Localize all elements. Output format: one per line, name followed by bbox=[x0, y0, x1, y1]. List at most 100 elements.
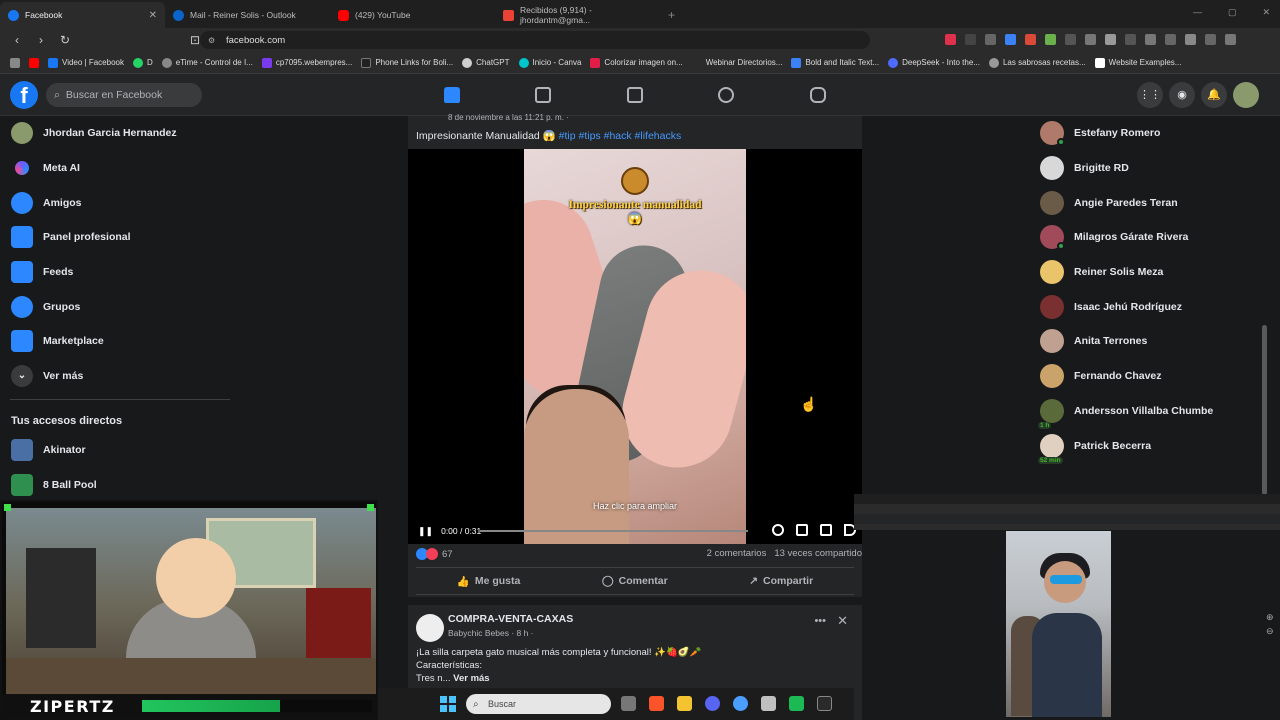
extension-icon[interactable] bbox=[1005, 34, 1016, 45]
more-options-icon[interactable]: ••• bbox=[814, 615, 826, 627]
bookmark[interactable]: Colorizar imagen on... bbox=[590, 57, 683, 68]
extension-icon[interactable] bbox=[945, 34, 956, 45]
extension-icon[interactable] bbox=[1045, 34, 1056, 45]
notifications-icon[interactable]: 🔔 bbox=[1201, 82, 1227, 108]
messenger-icon[interactable]: ◉ bbox=[1169, 82, 1195, 108]
bookmark[interactable]: Phone Links for Boli... bbox=[361, 57, 453, 68]
groups-icon[interactable] bbox=[718, 87, 734, 103]
sidebar-item-professional-dashboard[interactable]: Panel profesional bbox=[0, 220, 240, 255]
video-frame[interactable]: Impresionante manualidad 😱 Haz clic para … bbox=[524, 149, 746, 544]
app-icon[interactable] bbox=[733, 696, 748, 711]
contact-item[interactable]: Milagros Gárate Rivera bbox=[1030, 220, 1275, 255]
contact-item[interactable]: Anita Terrones bbox=[1030, 324, 1275, 359]
share-button[interactable]: ↗ Compartir bbox=[749, 575, 813, 587]
shortcut-akinator[interactable]: Akinator bbox=[0, 433, 240, 468]
menu-grid-icon[interactable]: ⋮⋮ bbox=[1137, 82, 1163, 108]
close-icon[interactable]: ✕ bbox=[837, 613, 848, 629]
comment-button[interactable]: ◯ Comentar bbox=[602, 575, 668, 587]
music-icon[interactable] bbox=[1125, 34, 1136, 45]
bookmark[interactable]: D bbox=[132, 57, 153, 68]
extension-icon[interactable] bbox=[965, 34, 976, 45]
post-hashtags[interactable]: #tip #tips #hack #lifehacks bbox=[559, 130, 682, 142]
picture-in-picture-icon[interactable] bbox=[820, 524, 832, 536]
facebook-search-input[interactable]: ⌕ Buscar en Facebook bbox=[46, 83, 202, 107]
sidebar-item-groups[interactable]: Grupos bbox=[0, 289, 240, 324]
contact-item[interactable]: Angie Paredes Teran bbox=[1030, 185, 1275, 220]
shortcut-8-ball-pool[interactable]: 8 Ball Pool bbox=[0, 467, 240, 502]
marketplace-icon[interactable] bbox=[627, 87, 643, 103]
sidebar-item-marketplace[interactable]: Marketplace bbox=[0, 324, 240, 359]
fullscreen-icon[interactable] bbox=[796, 524, 808, 536]
video-progress-bar[interactable] bbox=[480, 530, 748, 532]
sidebar-item-meta-ai[interactable]: Meta AI bbox=[0, 151, 240, 186]
contact-item[interactable]: Fernando Chavez bbox=[1030, 359, 1275, 394]
contact-item[interactable]: Estefany Romero bbox=[1030, 116, 1275, 151]
video-player[interactable]: Impresionante manualidad 😱 Haz clic para … bbox=[408, 149, 862, 544]
site-info-icon[interactable]: ⚙ bbox=[208, 36, 215, 45]
extension-icon[interactable] bbox=[985, 34, 996, 45]
bookmark[interactable]: eTime - Control de I... bbox=[161, 57, 253, 68]
bookmark[interactable]: Las sabrosas recetas... bbox=[988, 57, 1086, 68]
contact-item[interactable]: 52 min Patrick Becerra bbox=[1030, 428, 1275, 464]
wallet-icon[interactable] bbox=[1165, 34, 1176, 45]
taskbar-search[interactable]: ⌕ Buscar bbox=[466, 694, 611, 714]
sidebar-item-friends[interactable]: Amigos bbox=[0, 185, 240, 220]
bookmark[interactable]: DeepSeek - Into the... bbox=[888, 57, 980, 68]
contact-item[interactable]: Brigitte RD bbox=[1030, 151, 1275, 186]
sidebar-item-profile[interactable]: Jhordan Garcia Hernandez bbox=[0, 116, 240, 151]
home-icon[interactable] bbox=[444, 87, 460, 103]
share-count[interactable]: 13 veces compartido bbox=[774, 548, 862, 559]
minimize-icon[interactable]: — bbox=[1193, 7, 1202, 18]
zoom-in-icon[interactable]: ⊕ bbox=[1266, 612, 1274, 623]
discord-icon[interactable] bbox=[705, 696, 720, 711]
facebook-logo-icon[interactable]: f bbox=[10, 81, 38, 109]
bookmark[interactable]: Inicio - Canva bbox=[518, 57, 581, 68]
zoom-out-icon[interactable]: ⊖ bbox=[1266, 626, 1274, 637]
scrollbar[interactable] bbox=[1262, 325, 1267, 495]
steam-icon[interactable] bbox=[817, 696, 832, 711]
settings-icon[interactable] bbox=[772, 524, 784, 536]
windows-start-icon[interactable] bbox=[440, 696, 456, 712]
contact-item[interactable]: 1 h Andersson Villalba Chumbe bbox=[1030, 394, 1275, 429]
bookmark[interactable]: Bold and Italic Text... bbox=[791, 57, 879, 68]
page-avatar[interactable] bbox=[416, 614, 444, 642]
sidebar-item-see-more[interactable]: ⌄ Ver más bbox=[0, 359, 240, 394]
tab-outlook[interactable]: Mail - Reiner Solis - Outlook bbox=[165, 2, 330, 28]
url-field[interactable]: ⚙ facebook.com bbox=[200, 31, 870, 49]
tab-facebook[interactable]: Facebook ✕ bbox=[0, 2, 165, 28]
file-explorer-icon[interactable] bbox=[677, 696, 692, 711]
ai-icon[interactable] bbox=[1185, 34, 1196, 45]
slack-icon[interactable] bbox=[761, 696, 776, 711]
bookmark[interactable]: Webinar Directorios... bbox=[691, 57, 782, 68]
contact-item[interactable]: Reiner Solis Meza bbox=[1030, 255, 1275, 290]
bookmark[interactable]: Website Examples... bbox=[1094, 57, 1181, 68]
menu-icon[interactable] bbox=[1225, 34, 1236, 45]
extension-icon[interactable] bbox=[1085, 34, 1096, 45]
see-more-link[interactable]: Ver más bbox=[453, 673, 489, 684]
task-view-icon[interactable] bbox=[621, 696, 636, 711]
comment-count[interactable]: 2 comentarios bbox=[707, 548, 767, 559]
sidebar-icon[interactable] bbox=[1145, 34, 1156, 45]
apps-grid-icon[interactable] bbox=[10, 57, 20, 68]
bookmark[interactable]: ChatGPT bbox=[462, 57, 510, 68]
sidebar-item-feeds[interactable]: Feeds bbox=[0, 255, 240, 290]
gaming-icon[interactable] bbox=[810, 87, 826, 103]
app-icon[interactable] bbox=[789, 696, 804, 711]
post-author[interactable]: COMPRA-VENTA-CAXAS bbox=[448, 613, 573, 625]
pause-icon[interactable]: ❚❚ bbox=[418, 526, 433, 537]
extension-icon[interactable] bbox=[1065, 34, 1076, 45]
tab-youtube[interactable]: (429) YouTube bbox=[330, 2, 495, 28]
tab-gmail[interactable]: Recibidos (9,914) - jhordantm@gma... bbox=[495, 2, 660, 28]
video-icon[interactable] bbox=[535, 87, 551, 103]
reload-icon[interactable]: ↻ bbox=[58, 33, 72, 47]
contact-item[interactable]: Isaac Jehú Rodríguez bbox=[1030, 289, 1275, 324]
extension-icon[interactable] bbox=[1105, 34, 1116, 45]
bookmark-youtube[interactable] bbox=[29, 57, 39, 68]
new-tab-button[interactable]: + bbox=[668, 8, 675, 22]
like-button[interactable]: 👍 Me gusta bbox=[457, 575, 521, 588]
reactions[interactable]: 67 bbox=[416, 548, 453, 560]
maximize-icon[interactable]: ▢ bbox=[1228, 7, 1237, 18]
brave-icon[interactable] bbox=[649, 696, 664, 711]
post-timestamp[interactable]: 8 de noviembre a las 11:21 p. m. · bbox=[448, 113, 569, 122]
vpn-icon[interactable] bbox=[1205, 34, 1216, 45]
